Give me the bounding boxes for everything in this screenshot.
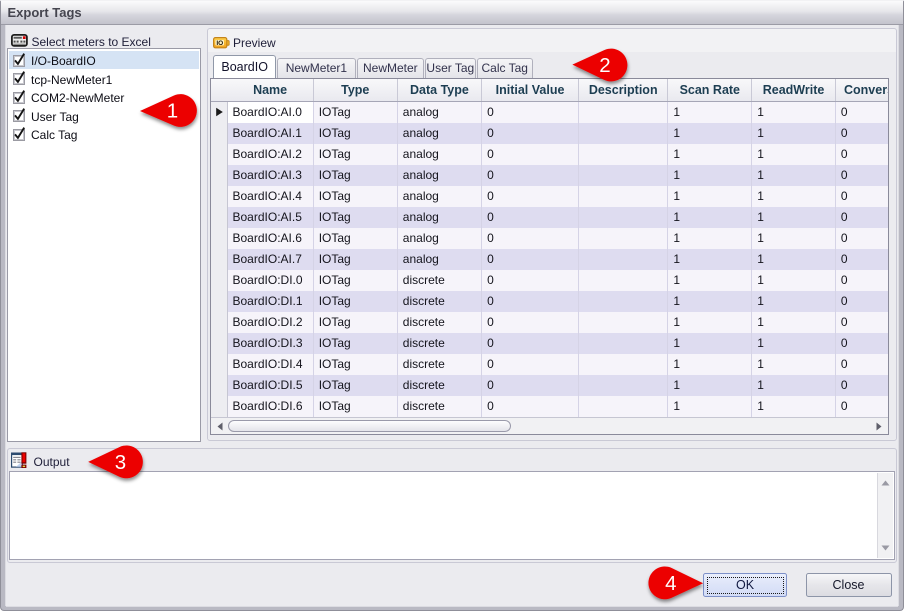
- svg-text:IO: IO: [216, 40, 223, 47]
